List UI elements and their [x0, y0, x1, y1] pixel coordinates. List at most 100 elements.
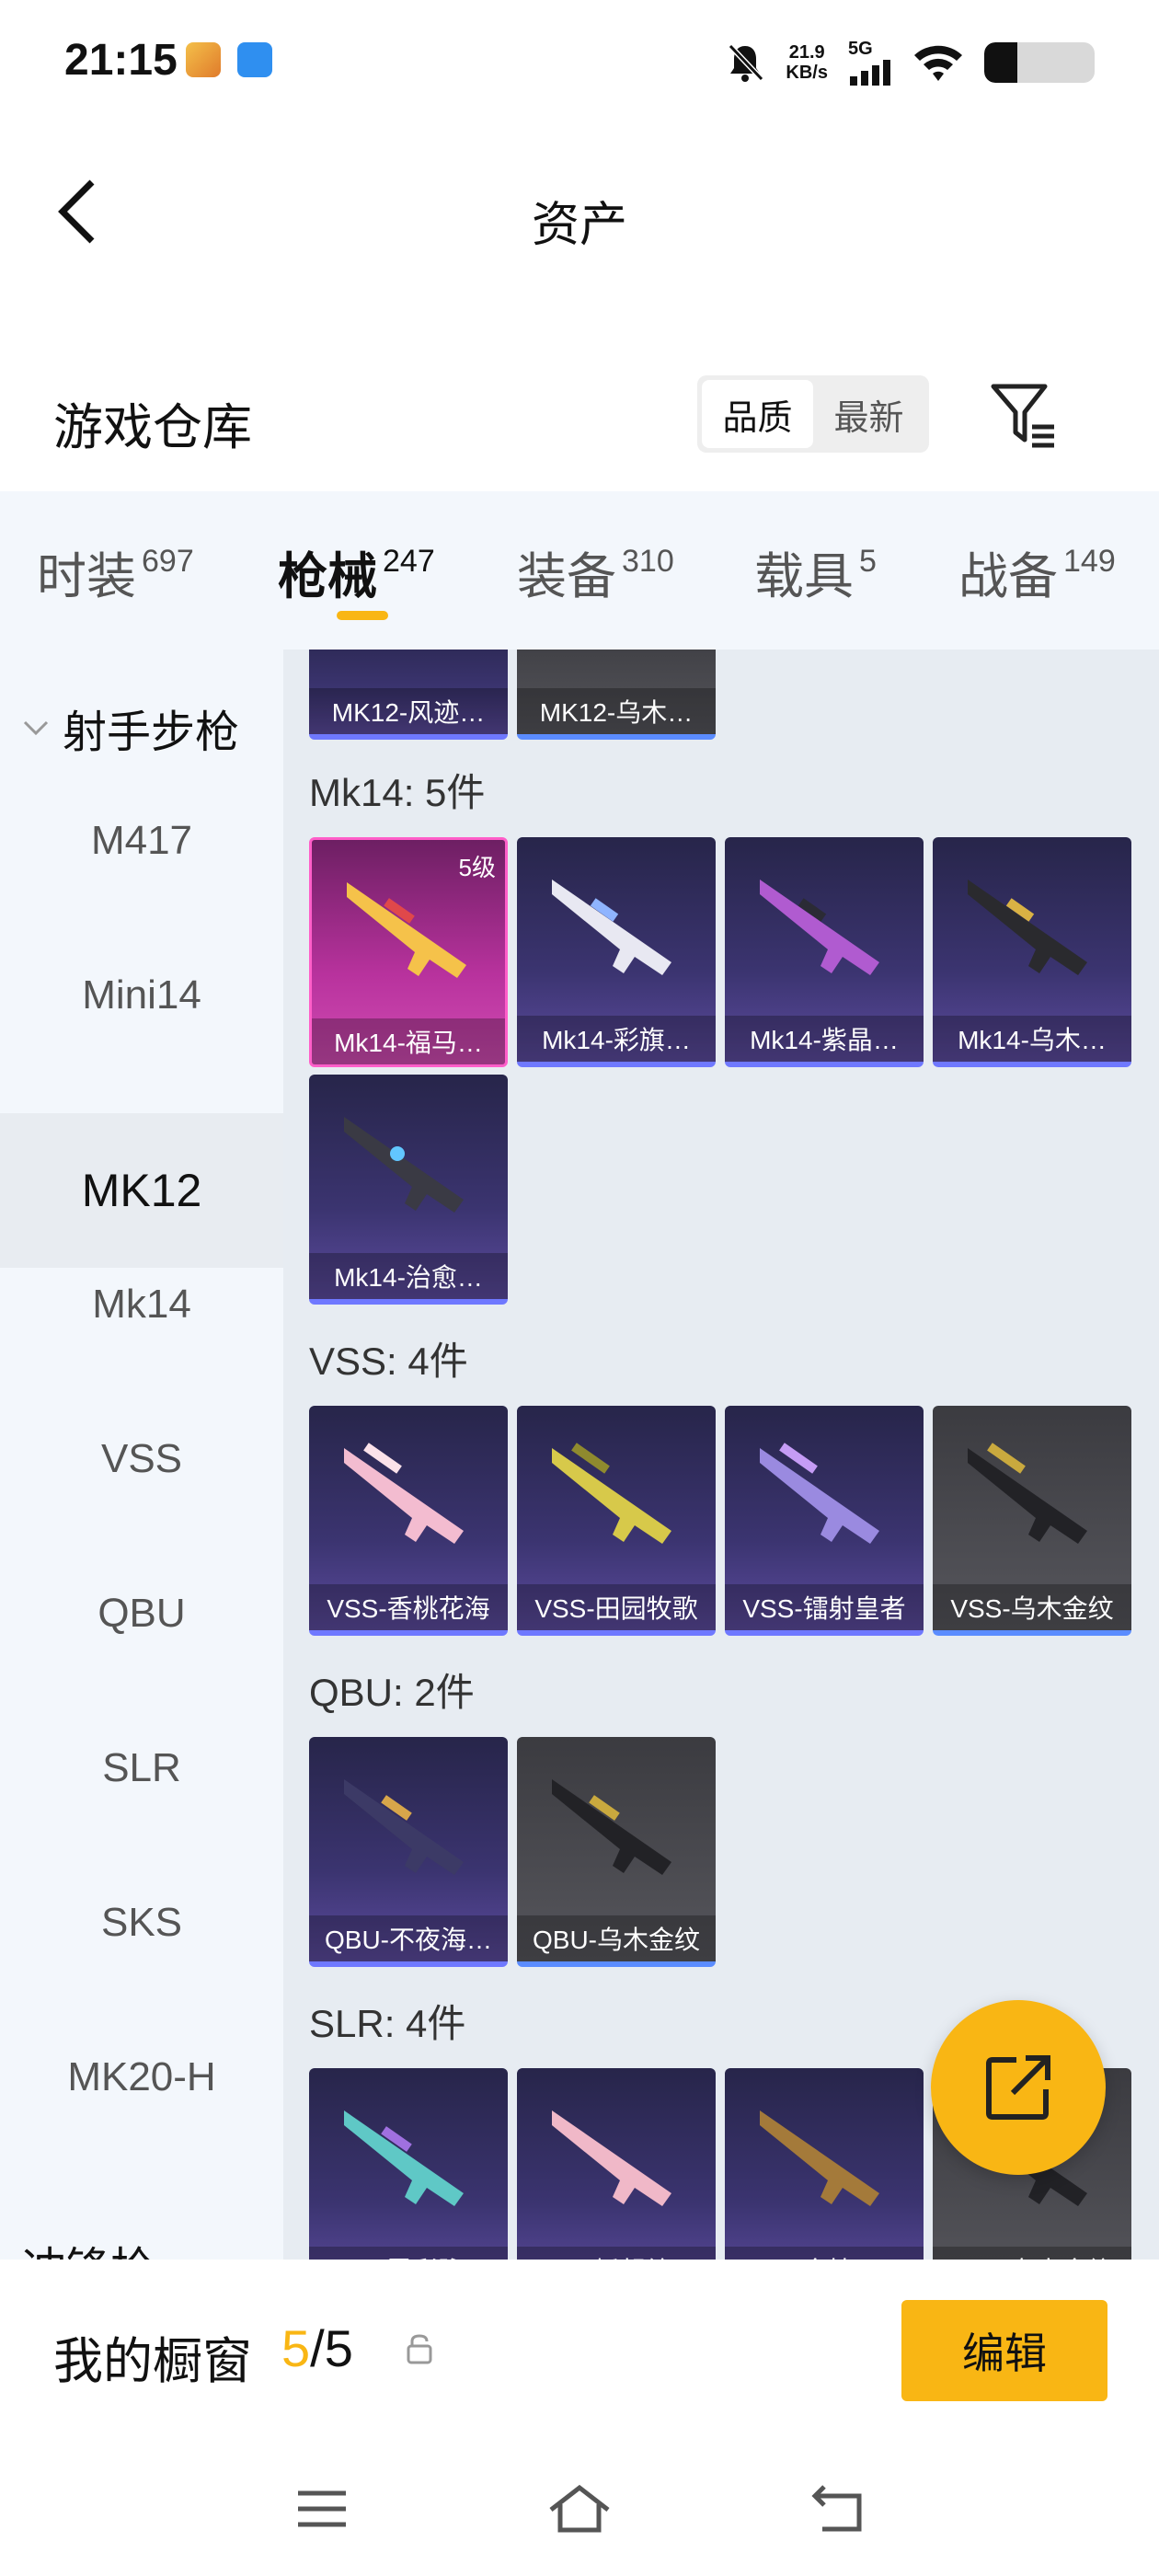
tab-supplies[interactable]: 战备 149 [958, 535, 1116, 608]
app-header: 资产 [0, 147, 1159, 276]
edit-button[interactable]: 编辑 [901, 2300, 1107, 2401]
weapon-card[interactable]: SLR-娇靓缤… [517, 2068, 716, 2260]
weapon-card[interactable]: VSS-乌木金纹 [933, 1406, 1131, 1636]
sidebar-item-qbu[interactable]: QBU [0, 1536, 283, 1691]
home-icon [549, 2484, 610, 2533]
weapon-card[interactable]: QBU-乌木金纹 [517, 1737, 716, 1967]
status-time: 21:15 [64, 36, 178, 85]
tab-count: 149 [1063, 544, 1116, 579]
sidebar-group-marksman[interactable]: 射手步枪 [22, 696, 239, 760]
weapon-card[interactable]: SLR-金枝玉… [725, 2068, 924, 2260]
rifle-icon [760, 2110, 879, 2206]
weapon-name: Mk14-彩旗… [517, 1016, 716, 1062]
rifle-icon [760, 1443, 879, 1544]
weapon-name: SLR-金枝玉… [725, 2247, 924, 2260]
rifle-icon [552, 2110, 671, 2206]
weapon-name: VSS-乌木金纹 [933, 1584, 1131, 1630]
share-fab-button[interactable] [931, 2000, 1106, 2175]
nav-back-button[interactable] [800, 2477, 874, 2541]
tab-count: 247 [383, 544, 435, 579]
network-type: 5G [848, 39, 873, 59]
warehouse-title: 游戏仓库 [53, 400, 252, 455]
sidebar-item-vss[interactable]: VSS [0, 1382, 283, 1536]
showcase-separator: / [310, 2319, 325, 2377]
weapon-name: SLR-乌木金纹 [933, 2247, 1131, 2260]
app-notification-icon [186, 42, 221, 77]
rifle-icon [968, 880, 1087, 975]
menu-icon [298, 2490, 346, 2527]
weapon-card[interactable]: 5级 Mk14-福马… [309, 837, 508, 1067]
home-button[interactable] [543, 2477, 616, 2541]
app-notification-icon [237, 42, 272, 77]
weapon-card[interactable]: Mk14-紫晶… [725, 837, 924, 1067]
tab-firearms[interactable]: 枪械 247 [278, 535, 435, 608]
tab-fashion[interactable]: 时装 697 [37, 535, 194, 608]
tab-equipment[interactable]: 装备 310 [517, 535, 674, 608]
chevron-down-icon [23, 720, 49, 736]
active-tab-indicator [337, 611, 388, 620]
tab-vehicles[interactable]: 载具 5 [754, 535, 877, 608]
battery-fill [984, 42, 1017, 83]
rifle-icon [347, 882, 466, 978]
tab-count: 697 [142, 544, 194, 579]
rifle-icon [344, 1779, 464, 1875]
category-tabs: 时装 697 枪械 247 装备 310 载具 5 战备 149 [0, 491, 1159, 650]
tab-label: 枪械 [278, 549, 377, 604]
weapon-name: VSS-香桃花海 [309, 1584, 508, 1630]
sidebar-item-sks[interactable]: SKS [0, 1846, 283, 2000]
sidebar-group-smg[interactable]: 冲锋枪 [22, 2232, 155, 2260]
weapon-name: VSS-田园牧歌 [517, 1584, 716, 1630]
sidebar-item-slr[interactable]: SLR [0, 1691, 283, 1846]
rifle-icon [968, 1443, 1087, 1544]
weapon-name: MK12-风迹… [309, 688, 508, 734]
tab-label: 战备 [958, 549, 1058, 604]
page-title: 资产 [531, 199, 627, 252]
weapon-card[interactable]: SLR-霓彩脉… [309, 2068, 508, 2260]
rifle-icon [552, 1779, 671, 1875]
net-speed-unit: KB/s [786, 63, 828, 83]
status-icons: 21.9 KB/s 5G [725, 37, 1095, 88]
bell-mute-icon [729, 43, 764, 82]
cell-signal: 5G [848, 40, 892, 86]
weapon-name: Mk14-福马… [312, 1018, 505, 1064]
section-title-vss: VSS: 4件 [309, 1340, 468, 1383]
showcase-bar: 我的橱窗 5/5 编辑 [0, 2260, 1159, 2444]
weapon-card[interactable]: Mk14-乌木… [933, 837, 1131, 1067]
sort-quality-option[interactable]: 品质 [702, 380, 813, 448]
sort-newest-option[interactable]: 最新 [813, 380, 924, 448]
weapon-type-sidebar: 射手步枪 M417 Mini14 MK12 Mk14 VSS QBU SLR S… [0, 650, 283, 2260]
weapon-card[interactable]: MK12-乌木… [517, 650, 716, 740]
showcase-total: 5 [324, 2319, 353, 2377]
section-title-slr: SLR: 4件 [309, 2002, 466, 2045]
section-title-mk14: Mk14: 5件 [309, 771, 486, 814]
showcase-title: 我的橱窗 [53, 2334, 252, 2389]
weapon-card[interactable]: Mk14-彩旗… [517, 837, 716, 1067]
weapon-name: Mk14-紫晶… [725, 1016, 924, 1062]
sort-segmented-control: 品质 最新 [697, 375, 929, 453]
warehouse-header: 游戏仓库 品质 最新 [0, 368, 1159, 469]
status-bar: 21:15 21.9 KB/s 5G [0, 0, 1159, 129]
share-icon [986, 2055, 1050, 2120]
menu-button[interactable] [285, 2477, 359, 2541]
weapon-card[interactable]: VSS-田园牧歌 [517, 1406, 716, 1636]
sidebar-item-mini14[interactable]: Mini14 [0, 918, 283, 1073]
weapon-card[interactable]: VSS-香桃花海 [309, 1406, 508, 1636]
sidebar-item-mk20h[interactable]: MK20-H [0, 2000, 283, 2155]
sidebar-item-m417[interactable]: M417 [0, 764, 283, 918]
back-icon [811, 2485, 862, 2532]
weapon-card[interactable]: Mk14-治愈… [309, 1075, 508, 1305]
sidebar-item-mk14[interactable]: Mk14 [0, 1227, 283, 1382]
tab-label: 载具 [754, 549, 854, 604]
wifi-icon [914, 45, 962, 81]
tab-count: 5 [859, 544, 877, 579]
weapon-name: Mk14-乌木… [933, 1016, 1131, 1062]
system-nav-bar [0, 2444, 1159, 2576]
rifle-icon [344, 2110, 464, 2206]
weapon-name: QBU-乌木金纹 [517, 1915, 716, 1961]
tab-label: 时装 [37, 549, 136, 604]
filter-button[interactable] [988, 379, 1061, 453]
weapon-card[interactable]: QBU-不夜海… [309, 1737, 508, 1967]
section-title-qbu: QBU: 2件 [309, 1671, 475, 1714]
weapon-card[interactable]: MK12-风迹… [309, 650, 508, 740]
weapon-card[interactable]: VSS-镭射皇者 [725, 1406, 924, 1636]
